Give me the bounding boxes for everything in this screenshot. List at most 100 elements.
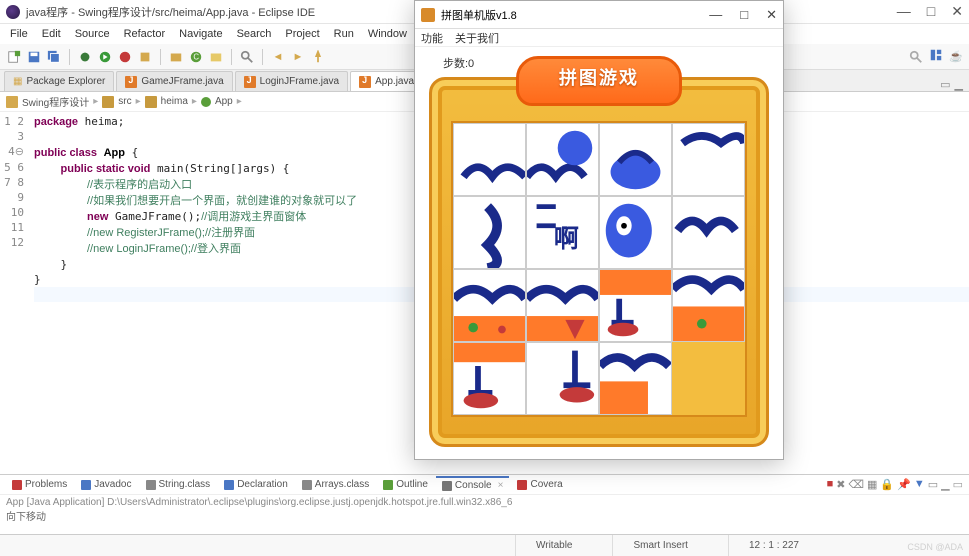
tab-label: Package Explorer <box>26 76 105 87</box>
puzzle-tile[interactable] <box>453 196 526 269</box>
terminate-icon[interactable]: ■ <box>827 478 834 491</box>
status-insert: Smart Insert <box>612 535 687 556</box>
breadcrumb-project[interactable]: Swing程序设计 <box>22 94 89 109</box>
minimize-button[interactable]: — <box>897 3 911 20</box>
close-icon[interactable]: × <box>498 480 504 491</box>
tab-console[interactable]: Console× <box>436 476 510 493</box>
bottom-tabstrip: Problems Javadoc String.class Declaratio… <box>0 475 969 495</box>
display-icon[interactable]: ▼ <box>914 478 925 491</box>
menu-edit[interactable]: Edit <box>36 26 67 42</box>
close-button[interactable]: ✕ <box>766 7 777 23</box>
puzzle-tile[interactable] <box>599 269 672 342</box>
breadcrumb-class[interactable]: App <box>215 96 233 107</box>
game-app-icon <box>421 8 435 22</box>
maximize-button[interactable]: □ <box>740 7 748 23</box>
tab-outline[interactable]: Outline <box>377 477 434 492</box>
minimize-button[interactable]: — <box>709 7 722 23</box>
save-all-icon[interactable] <box>46 49 62 65</box>
coverage-icon[interactable] <box>117 49 133 65</box>
puzzle-tile[interactable] <box>599 342 672 415</box>
run-icon[interactable] <box>97 49 113 65</box>
menu-navigate[interactable]: Navigate <box>173 26 228 42</box>
open-type-icon[interactable] <box>208 49 224 65</box>
remove-icon[interactable]: ✖ <box>836 478 845 491</box>
breadcrumb-pkg[interactable]: heima <box>161 96 188 107</box>
console-header: App [Java Application] D:\Users\Administ… <box>6 497 963 508</box>
quick-access[interactable]: ☕ <box>909 48 963 65</box>
tab-problems[interactable]: Problems <box>6 477 73 492</box>
tab-label: App.java <box>375 76 414 87</box>
puzzle-tile[interactable]: 啊 <box>526 196 599 269</box>
statusbar: Writable Smart Insert 12 : 1 : 227 <box>0 534 969 556</box>
game-window-controls: — □ ✕ <box>709 7 777 23</box>
puzzle-tile[interactable] <box>599 123 672 196</box>
class-icon <box>201 97 211 107</box>
menu-file[interactable]: File <box>4 26 34 42</box>
puzzle-tile[interactable] <box>453 123 526 196</box>
pin-console-icon[interactable]: 📌 <box>897 478 911 491</box>
java-perspective-icon[interactable]: ☕ <box>949 50 963 63</box>
pin-icon[interactable] <box>310 49 326 65</box>
game-menu-function[interactable]: 功能 <box>421 30 443 46</box>
steps-counter: 步数:0 <box>443 55 474 71</box>
declaration-icon <box>224 480 234 490</box>
puzzle-grid: 啊 <box>451 121 747 417</box>
clear-icon[interactable]: ▦ <box>867 478 877 491</box>
puzzle-tile[interactable] <box>453 342 526 415</box>
breadcrumb-src[interactable]: src <box>118 96 131 107</box>
forward-icon[interactable]: ► <box>290 49 306 65</box>
menu-refactor[interactable]: Refactor <box>118 26 172 42</box>
tab-loginjframe[interactable]: LoginJFrame.java <box>235 71 348 91</box>
tab-string-class[interactable]: String.class <box>140 477 217 492</box>
tab-arrays-class[interactable]: Arrays.class <box>296 477 375 492</box>
back-icon[interactable]: ◄ <box>270 49 286 65</box>
chevron-right-icon: ▸ <box>93 96 98 107</box>
debug-icon[interactable] <box>77 49 93 65</box>
class-file-icon <box>302 480 312 490</box>
tab-gamejframe[interactable]: GameJFrame.java <box>116 71 232 91</box>
search-icon[interactable] <box>239 49 255 65</box>
puzzle-tile[interactable] <box>599 196 672 269</box>
game-menu-about[interactable]: 关于我们 <box>455 30 499 46</box>
puzzle-tile[interactable] <box>526 123 599 196</box>
new-icon[interactable] <box>6 49 22 65</box>
puzzle-tile[interactable] <box>672 123 745 196</box>
scroll-lock-icon[interactable]: 🔒 <box>880 478 894 491</box>
min-icon[interactable]: ▁ <box>941 478 949 491</box>
chevron-right-icon: ▸ <box>136 96 141 107</box>
new-package-icon[interactable] <box>168 49 184 65</box>
menu-run[interactable]: Run <box>328 26 360 42</box>
open-console-icon[interactable]: ▭ <box>928 478 938 491</box>
tab-javadoc[interactable]: Javadoc <box>75 477 137 492</box>
minimize-view-icon[interactable]: ▁ <box>955 78 963 91</box>
menu-source[interactable]: Source <box>69 26 116 42</box>
tab-package-explorer[interactable]: ▦ Package Explorer <box>4 71 114 91</box>
close-button[interactable]: ✕ <box>951 3 963 20</box>
puzzle-tile[interactable] <box>672 196 745 269</box>
save-icon[interactable] <box>26 49 42 65</box>
ext-tools-icon[interactable] <box>137 49 153 65</box>
perspective-icon[interactable] <box>929 48 943 65</box>
maximize-view-icon[interactable]: ▭ <box>940 78 950 91</box>
menu-search[interactable]: Search <box>231 26 278 42</box>
remove-all-icon[interactable]: ⌫ <box>848 478 864 491</box>
puzzle-tile[interactable] <box>672 269 745 342</box>
tab-controls: ▭ ▁ <box>940 78 969 91</box>
package-icon: ▦ <box>13 76 22 87</box>
menu-window[interactable]: Window <box>362 26 413 42</box>
puzzle-tile[interactable] <box>453 269 526 342</box>
max-icon[interactable]: ▭ <box>953 478 963 491</box>
java-file-icon <box>244 76 256 88</box>
new-class-icon[interactable]: C <box>188 49 204 65</box>
maximize-button[interactable]: □ <box>927 3 935 20</box>
menu-project[interactable]: Project <box>279 26 325 42</box>
puzzle-tile[interactable] <box>526 269 599 342</box>
chevron-right-icon: ▸ <box>192 96 197 107</box>
watermark: CSDN @ADA <box>907 542 963 552</box>
console-output[interactable]: App [Java Application] D:\Users\Administ… <box>0 495 969 534</box>
game-title: 拼图单机版v1.8 <box>441 7 517 23</box>
puzzle-empty-slot[interactable] <box>672 342 745 415</box>
puzzle-tile[interactable] <box>526 342 599 415</box>
tab-coverage[interactable]: Covera <box>511 477 568 492</box>
tab-declaration[interactable]: Declaration <box>218 477 294 492</box>
